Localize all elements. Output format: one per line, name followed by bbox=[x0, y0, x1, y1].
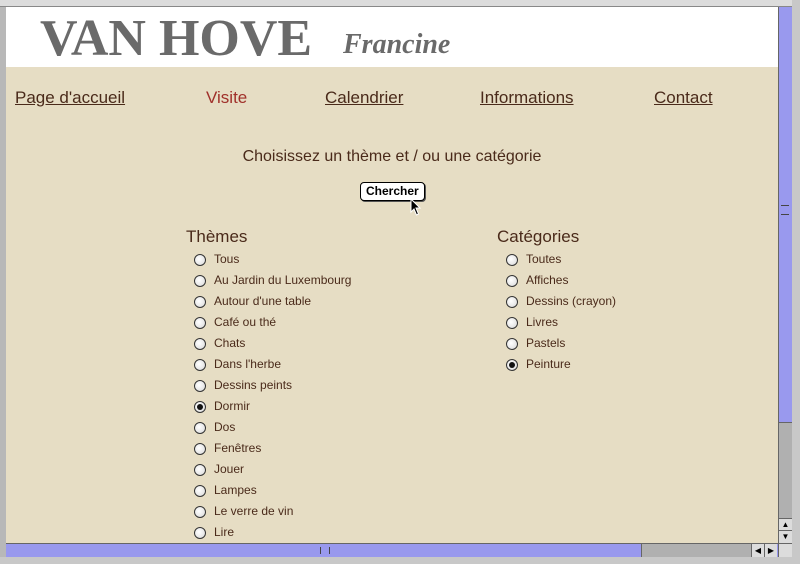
theme-option-label: Dormir bbox=[214, 399, 250, 413]
vertical-scrollbar[interactable]: ▲ ▼ bbox=[778, 7, 792, 543]
search-prompt: Choisissez un thème et / ou une catégori… bbox=[242, 148, 542, 165]
theme-radio[interactable] bbox=[194, 485, 206, 497]
category-option-label: Livres bbox=[526, 315, 559, 329]
theme-option-label: Dos bbox=[214, 420, 236, 434]
theme-radio[interactable] bbox=[194, 338, 206, 350]
theme-radio[interactable] bbox=[194, 401, 206, 413]
theme-radio[interactable] bbox=[194, 380, 206, 392]
theme-option-label: Lampes bbox=[214, 483, 257, 497]
theme-option-label: Lire bbox=[214, 525, 235, 539]
arrow-left-icon[interactable]: ◀ bbox=[751, 544, 764, 557]
theme-radio[interactable] bbox=[194, 296, 206, 308]
category-option-label: Affiches bbox=[526, 273, 569, 287]
window-bottom-edge bbox=[0, 557, 800, 564]
vertical-scroll-thumb[interactable] bbox=[779, 422, 792, 520]
arrow-cursor-icon bbox=[410, 198, 422, 216]
arrow-down-icon[interactable]: ▼ bbox=[779, 530, 792, 543]
theme-radio[interactable] bbox=[194, 506, 206, 518]
theme-option-label: Jouer bbox=[214, 462, 245, 476]
category-radio[interactable] bbox=[506, 296, 518, 308]
theme-option-label: Dessins peints bbox=[214, 378, 293, 392]
categories-title: Catégories bbox=[497, 227, 580, 246]
nav-link-calendar[interactable]: Calendrier bbox=[325, 88, 403, 108]
theme-option-label: Le verre de vin bbox=[214, 504, 294, 518]
theme-option-label: Au Jardin du Luxembourg bbox=[214, 273, 352, 287]
theme-radio[interactable] bbox=[194, 359, 206, 371]
category-radio[interactable] bbox=[506, 359, 518, 371]
theme-radio[interactable] bbox=[194, 443, 206, 455]
theme-radio[interactable] bbox=[194, 317, 206, 329]
resize-corner[interactable] bbox=[778, 543, 792, 557]
theme-option-label: Café ou thé bbox=[214, 315, 277, 329]
theme-option-label: Tous bbox=[214, 252, 240, 266]
category-option-label: Toutes bbox=[526, 252, 562, 266]
horizontal-scroll-thumb[interactable] bbox=[641, 544, 752, 557]
category-option-label: Peinture bbox=[526, 357, 571, 371]
category-radio[interactable] bbox=[506, 275, 518, 287]
theme-option-label: Chats bbox=[214, 336, 246, 350]
theme-option-label: Dans l'herbe bbox=[214, 357, 281, 371]
vertical-scroll-grip bbox=[781, 205, 789, 215]
category-radio[interactable] bbox=[506, 338, 518, 350]
nav-link-visit[interactable]: Visite bbox=[206, 88, 247, 108]
theme-radio[interactable] bbox=[194, 422, 206, 434]
theme-radio[interactable] bbox=[194, 275, 206, 287]
theme-radio[interactable] bbox=[194, 254, 206, 266]
nav-link-contact[interactable]: Contact bbox=[654, 88, 713, 108]
nav-link-home[interactable]: Page d'accueil bbox=[15, 88, 125, 108]
horizontal-scrollbar[interactable]: ◀ ▶ bbox=[6, 543, 778, 557]
theme-option-label: Autour d'une table bbox=[214, 294, 312, 308]
site-firstname: Francine bbox=[343, 29, 451, 60]
theme-option-label: Fenêtres bbox=[214, 441, 262, 455]
category-option-label: Pastels bbox=[526, 336, 566, 350]
theme-radio[interactable] bbox=[194, 464, 206, 476]
horizontal-scroll-grip bbox=[320, 547, 330, 554]
arrow-right-icon[interactable]: ▶ bbox=[764, 544, 777, 557]
themes-title: Thèmes bbox=[186, 227, 248, 246]
window-right-edge bbox=[792, 0, 800, 564]
category-radio[interactable] bbox=[506, 254, 518, 266]
site-surname: VAN HOVE bbox=[40, 10, 313, 67]
page-viewport: VAN HOVE Francine Page d'accueil Visite … bbox=[6, 7, 778, 543]
category-option-label: Dessins (crayon) bbox=[526, 294, 617, 308]
window-top-edge bbox=[0, 0, 800, 7]
category-radio[interactable] bbox=[506, 317, 518, 329]
theme-radio[interactable] bbox=[194, 527, 206, 539]
site-banner: VAN HOVE Francine bbox=[6, 7, 778, 67]
nav-link-information[interactable]: Informations bbox=[480, 88, 574, 108]
